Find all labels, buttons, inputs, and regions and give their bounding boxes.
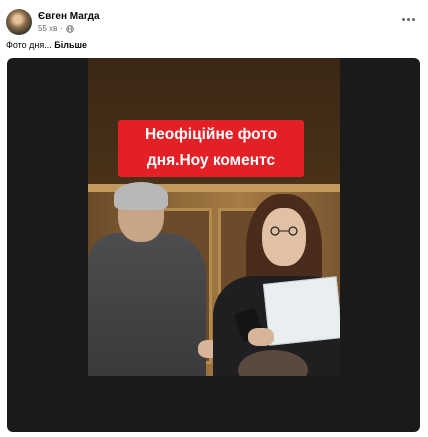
caption-text: Фото дня...	[6, 40, 52, 50]
see-more-link[interactable]: Більше	[54, 40, 87, 50]
photo-glasses	[270, 226, 298, 236]
facebook-post: Євген Магда 55 хв · Фото дня... Більше Н…	[0, 0, 428, 437]
author-avatar[interactable]	[6, 9, 32, 35]
meta-separator: ·	[60, 24, 64, 33]
author-name[interactable]: Євген Магда	[38, 11, 100, 22]
post-meta: 55 хв ·	[38, 24, 74, 33]
photo-overlay-text: Неофіційне фото дня.Ноу коментс	[118, 120, 304, 177]
photo-papers	[262, 276, 340, 346]
globe-icon[interactable]	[66, 24, 74, 33]
post-media[interactable]: Неофіційне фото дня.Ноу коментс	[7, 58, 420, 432]
post-caption: Фото дня... Більше	[6, 40, 87, 50]
photo-person-left-hair	[114, 182, 168, 210]
post-photo[interactable]: Неофіційне фото дня.Ноу коментс	[88, 58, 340, 376]
post-time[interactable]: 55 хв	[38, 24, 57, 33]
photo-person-right-face	[262, 208, 306, 266]
photo-person-left	[88, 233, 206, 376]
more-options-button[interactable]	[398, 12, 418, 26]
photo-hand	[248, 328, 274, 346]
more-options-icon	[401, 17, 405, 21]
